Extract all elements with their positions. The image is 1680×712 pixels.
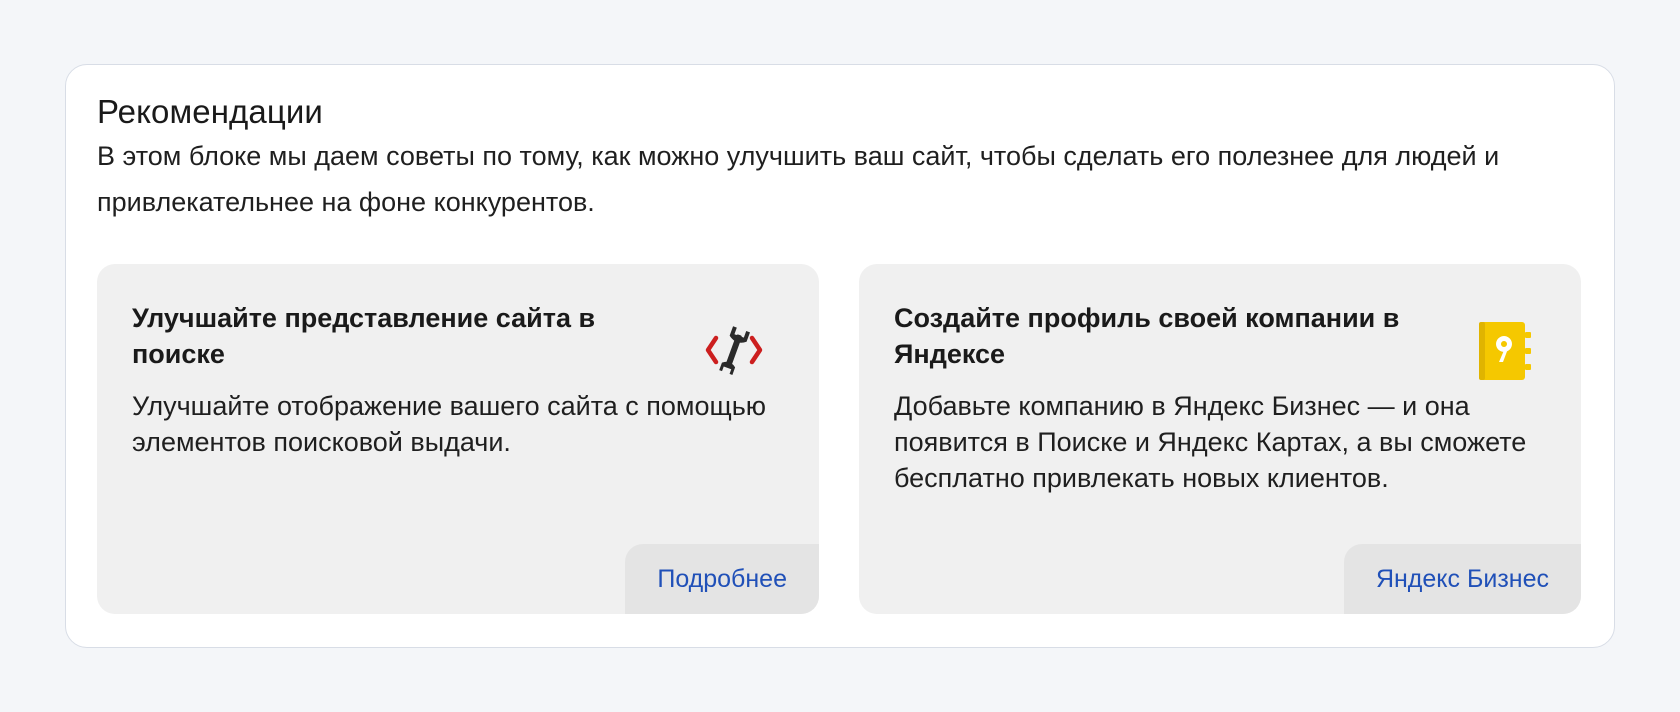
card-text: Добавьте компанию в Яндекс Бизнес — и он… <box>894 391 1527 493</box>
recommendation-card-business: Создайте профиль своей компании в Яндекс… <box>859 264 1581 614</box>
card-title: Улучшайте представление сайта в поиске <box>132 303 596 369</box>
yandex-business-icon <box>1473 318 1537 382</box>
wrench-code-icon <box>702 318 766 382</box>
card-title: Создайте профиль своей компании в Яндекс… <box>894 303 1400 369</box>
recommendation-card-search: Улучшайте представление сайта в поиске У… <box>97 264 819 614</box>
card-text: Улучшайте отображение вашего сайта с пом… <box>132 391 767 457</box>
recommendations-panel: Рекомендации В этом блоке мы даем советы… <box>65 64 1615 648</box>
panel-title: Рекомендации <box>97 93 323 130</box>
more-info-link[interactable]: Подробнее <box>625 544 819 614</box>
yandex-business-link[interactable]: Яндекс Бизнес <box>1343 544 1581 614</box>
panel-description: В этом блоке мы даем советы по тому, как… <box>97 141 1500 217</box>
